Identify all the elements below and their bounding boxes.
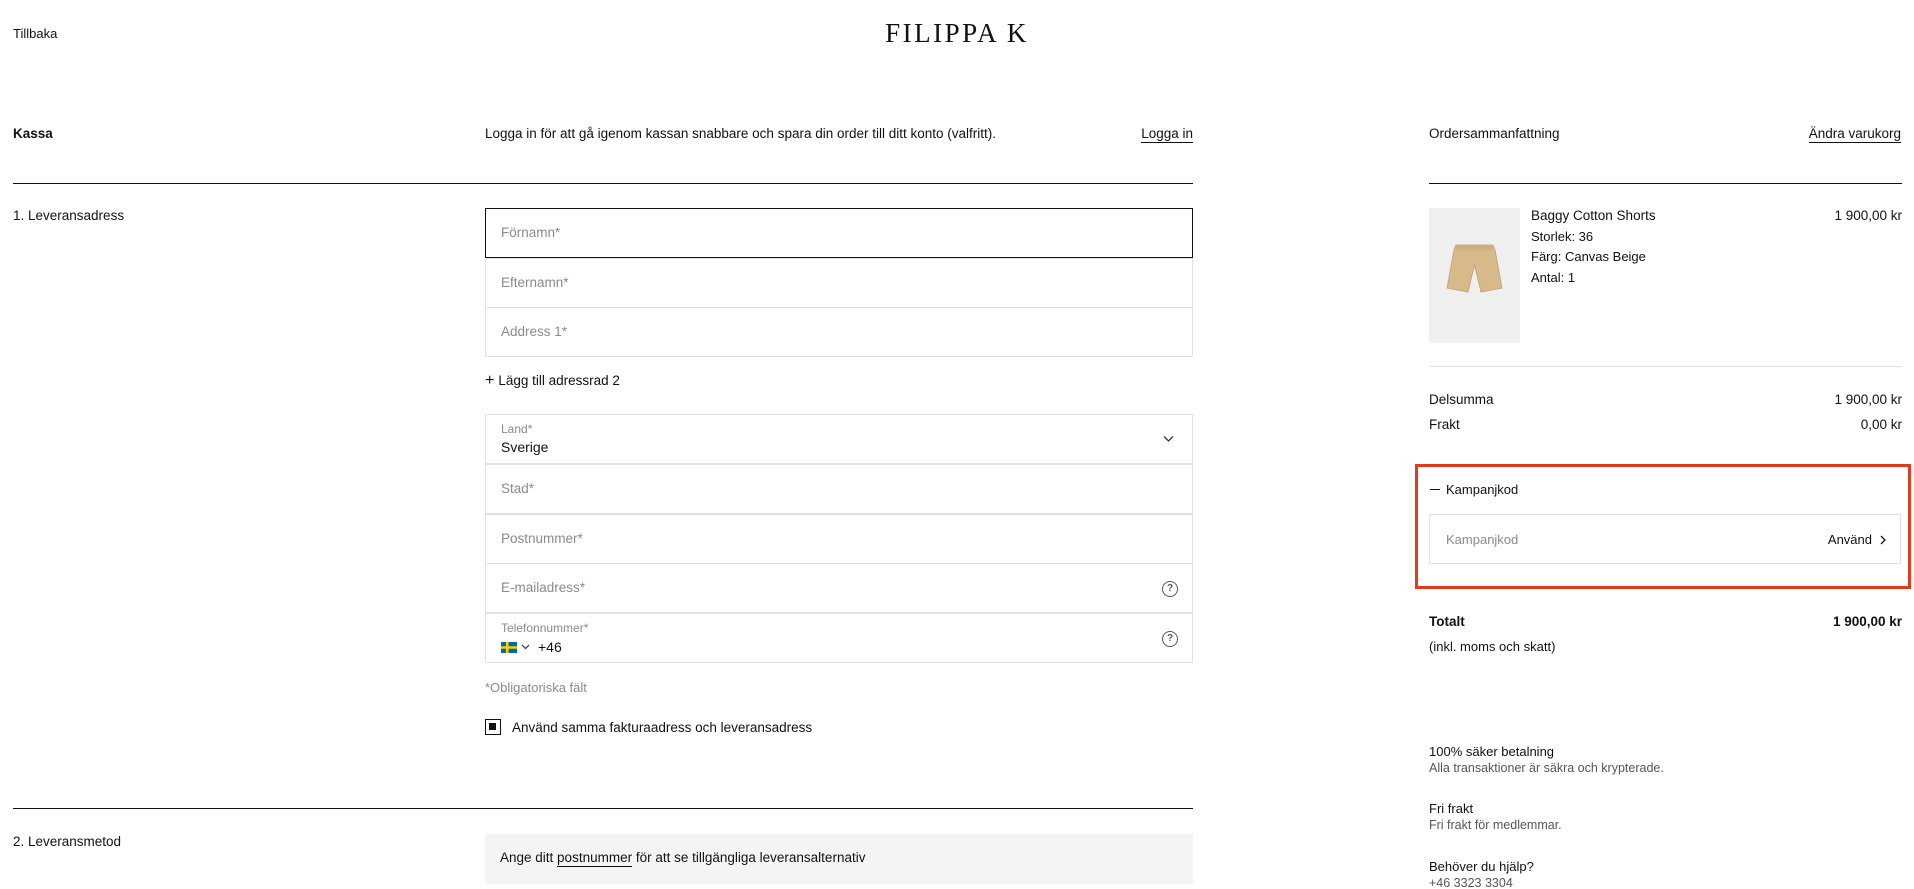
total-label: Totalt (1429, 614, 1465, 629)
checkout-title: Kassa (13, 126, 53, 141)
checkbox-box[interactable] (485, 719, 501, 735)
phone-label: Telefonnummer* (501, 621, 589, 635)
postal-code-link[interactable]: postnummer (557, 850, 633, 867)
same-address-checkbox[interactable]: Använd samma fakturaadress och leveransa… (485, 719, 812, 735)
city-field[interactable]: Stad* (485, 464, 1193, 514)
login-link[interactable]: Logga in (1141, 126, 1193, 143)
divider (1429, 183, 1902, 184)
order-summary-title: Ordersammanfattning (1429, 126, 1560, 141)
phone-prefix: +46 (538, 639, 562, 655)
minus-icon (1430, 488, 1440, 491)
country-code-selector[interactable]: +46 (501, 639, 562, 655)
shorts-image (1446, 244, 1503, 293)
product-quantity: Antal: 1 (1531, 270, 1576, 285)
subtotal-value: 1 900,00 kr (1834, 392, 1902, 407)
delivery-method-title: 2. Leveransmetod (13, 834, 122, 849)
product-price: 1 900,00 kr (1834, 208, 1902, 223)
country-select[interactable]: Land* Sverige (485, 414, 1193, 464)
city-placeholder: Stad* (501, 481, 535, 496)
promo-input[interactable]: Kampanjkod Använd (1429, 514, 1901, 564)
required-note: *Obligatoriska fält (485, 680, 587, 695)
product-name[interactable]: Baggy Cotton Shorts (1531, 208, 1656, 223)
login-prompt: Logga in för att gå igenom kassan snabba… (485, 126, 997, 141)
free-shipping-title: Fri frakt (1429, 801, 1474, 816)
postal-code-placeholder: Postnummer* (501, 531, 583, 546)
shipping-address-title: 1. Leveransadress (13, 208, 125, 223)
swedish-flag-icon (501, 641, 517, 653)
product-size: Storlek: 36 (1531, 229, 1594, 244)
last-name-field[interactable]: Efternamn* (485, 258, 1193, 308)
first-name-field[interactable]: Förnamn* (485, 208, 1193, 258)
free-shipping-text: Fri frakt för medlemmar. (1429, 818, 1562, 832)
help-icon[interactable]: ? (1162, 631, 1178, 647)
delivery-notice: Ange ditt postnummer för att se tillgäng… (485, 834, 1193, 884)
phone-field[interactable]: Telefonnummer* +46 ? (485, 613, 1193, 663)
shipping-row: Frakt 0,00 kr (1429, 417, 1902, 432)
divider (13, 183, 1193, 184)
last-name-placeholder: Efternamn* (501, 275, 569, 290)
country-value: Sverige (501, 439, 549, 455)
same-address-label: Använd samma fakturaadress och leveransa… (512, 719, 813, 735)
chevron-down-icon (521, 644, 530, 650)
help-title: Behöver du hjälp? (1429, 859, 1534, 874)
subtotal-row: Delsumma 1 900,00 kr (1429, 392, 1902, 407)
notice-text-after: för att se tillgängliga leveransalternat… (632, 850, 866, 865)
subtotal-label: Delsumma (1429, 392, 1494, 407)
chevron-right-icon (1880, 535, 1886, 544)
brand-logo[interactable]: FILIPPA K (0, 18, 1914, 49)
secure-payment-text: Alla transaktioner är säkra och kryptera… (1429, 761, 1664, 775)
promo-toggle[interactable]: Kampanjkod (1430, 482, 1518, 497)
notice-text-before: Ange ditt (500, 850, 558, 865)
product-image[interactable] (1429, 208, 1520, 343)
shipping-label: Frakt (1429, 417, 1460, 432)
address1-placeholder: Address 1* (501, 324, 568, 339)
divider (1429, 366, 1902, 367)
edit-cart-link[interactable]: Ändra varukorg (1808, 126, 1901, 143)
product-color: Färg: Canvas Beige (1531, 249, 1646, 264)
postal-code-field[interactable]: Postnummer* (485, 514, 1193, 564)
secure-payment-title: 100% säker betalning (1429, 744, 1555, 759)
promo-apply-button[interactable]: Använd (1828, 532, 1886, 547)
divider (13, 808, 1193, 809)
first-name-placeholder: Förnamn* (501, 225, 561, 240)
promo-placeholder: Kampanjkod (1446, 532, 1519, 547)
email-field[interactable]: E-mailadress* ? (485, 563, 1193, 613)
help-phone[interactable]: +46 3323 3304 (1429, 876, 1513, 889)
promo-toggle-label: Kampanjkod (1446, 482, 1519, 497)
add-address2-button[interactable]: + Lägg till adressrad 2 (485, 372, 620, 390)
help-icon[interactable]: ? (1162, 581, 1178, 597)
address1-field[interactable]: Address 1* (485, 307, 1193, 357)
total-note: (inkl. moms och skatt) (1429, 639, 1556, 654)
plus-icon: + (485, 372, 495, 389)
total-row: Totalt 1 900,00 kr (1429, 614, 1902, 629)
promo-apply-label: Använd (1827, 532, 1872, 547)
total-value: 1 900,00 kr (1832, 614, 1902, 629)
email-placeholder: E-mailadress* (501, 580, 586, 595)
chevron-down-icon (1163, 436, 1174, 442)
shipping-value: 0,00 kr (1860, 417, 1902, 432)
country-label: Land* (501, 422, 533, 436)
add-address2-label: Lägg till adressrad 2 (498, 373, 620, 388)
